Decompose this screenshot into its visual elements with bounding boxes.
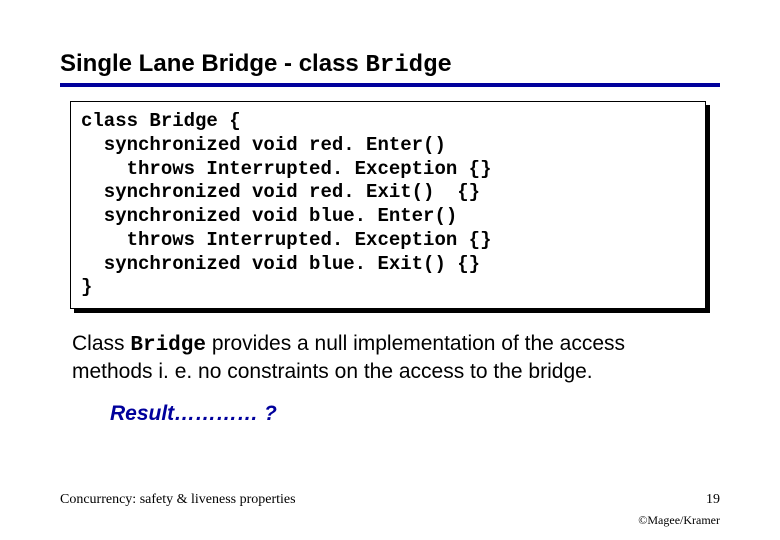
body-class-name: Bridge [130, 334, 206, 357]
slide: Single Lane Bridge - class Bridge class … [0, 0, 780, 426]
footer: Concurrency: safety & liveness propertie… [60, 492, 720, 508]
body-paragraph: Class Bridge provides a null implementat… [72, 331, 708, 386]
footer-left: Concurrency: safety & liveness propertie… [60, 492, 296, 508]
copyright: ©Magee/Kramer [638, 513, 720, 528]
page-number: 19 [706, 492, 720, 508]
code-block: class Bridge { synchronized void red. En… [70, 101, 706, 309]
code-block-shadow: class Bridge { synchronized void red. En… [74, 105, 710, 313]
title-class-name: Bridge [365, 52, 451, 79]
result-text: Result………… ? [110, 402, 720, 426]
title-text: Single Lane Bridge - class [60, 50, 365, 77]
slide-title: Single Lane Bridge - class Bridge [60, 50, 720, 79]
body-pre: Class [72, 332, 130, 355]
title-underline [60, 83, 720, 87]
